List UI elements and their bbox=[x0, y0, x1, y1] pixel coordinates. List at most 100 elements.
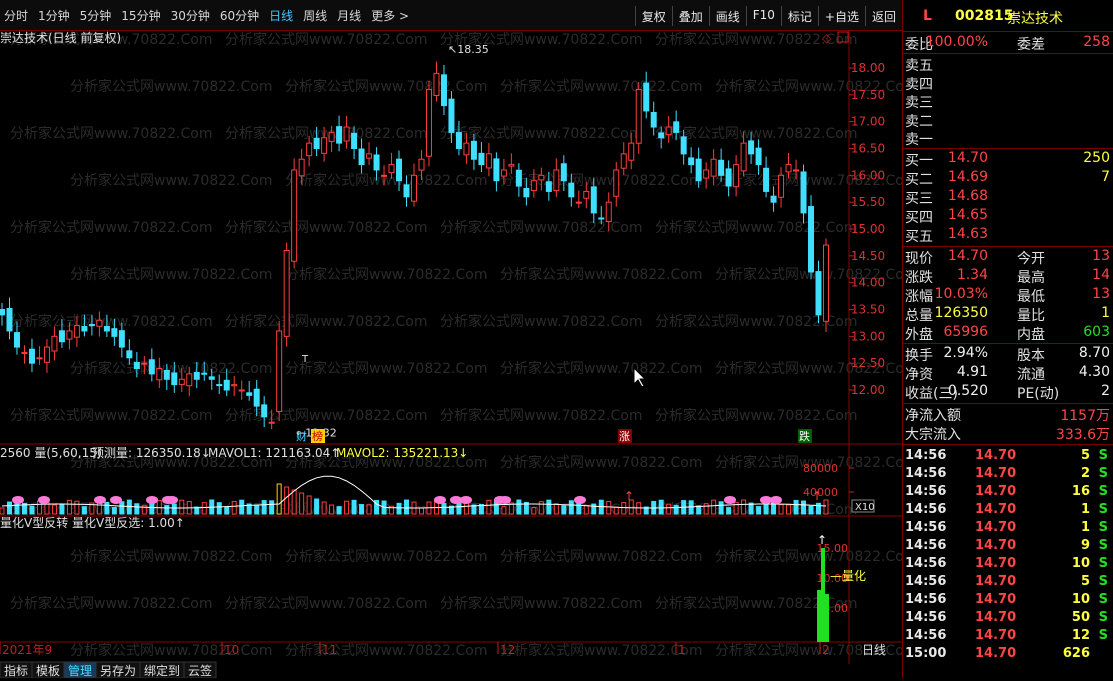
bottom-tab[interactable]: 另存为 bbox=[100, 664, 136, 678]
t-marker: T bbox=[301, 354, 309, 365]
candle-body bbox=[156, 368, 163, 381]
signal-flower-icon bbox=[38, 496, 50, 504]
candle-body bbox=[171, 372, 178, 386]
tick-side: S bbox=[1098, 502, 1108, 517]
candle-body bbox=[560, 163, 567, 182]
watermark-text: 分析家公式网www.70822.Com bbox=[225, 219, 427, 236]
period-tabs: 分时 1分钟 5分钟 15分钟 30分钟 60分钟 日线 周线 月线 更多 > bbox=[4, 7, 419, 25]
watermark-text: 分析家公式网www.70822.Com bbox=[285, 78, 487, 95]
bottom-tab[interactable]: 指标 bbox=[4, 663, 28, 678]
volume-bar bbox=[119, 501, 125, 515]
signal-flower-icon bbox=[434, 496, 446, 504]
chart-title: 崇达技术(日线 前复权) bbox=[0, 30, 121, 45]
volume-bar bbox=[583, 504, 589, 515]
candle-body bbox=[793, 169, 800, 172]
bottom-tab[interactable]: 管理 bbox=[68, 663, 92, 678]
tick-volume: 12 bbox=[1071, 628, 1090, 643]
period-tab-0[interactable]: 分时 bbox=[4, 7, 28, 25]
tool-button-0[interactable]: 复权 bbox=[634, 6, 672, 26]
tool-button-4[interactable]: 标记 bbox=[780, 6, 818, 26]
candle-body bbox=[545, 181, 552, 192]
watermark-text: 分析家公式网www.70822.Com bbox=[225, 407, 427, 424]
candle-body bbox=[141, 362, 148, 365]
stat-label: 净资 bbox=[905, 367, 933, 383]
candle-body bbox=[485, 153, 492, 169]
candle-body bbox=[470, 140, 477, 160]
volume-bar bbox=[816, 502, 822, 515]
stat-row: 净资 4.91 流通 4.30 bbox=[903, 364, 1113, 383]
watermark-text: 分析家公式网www.70822.Com bbox=[285, 360, 487, 377]
date-label: 2021年9 bbox=[2, 643, 52, 657]
bottom-tab[interactable]: 绑定到 bbox=[144, 663, 180, 678]
quote-value-2: 13 bbox=[1092, 286, 1110, 302]
candle-body bbox=[688, 157, 695, 166]
tick-side: S bbox=[1098, 466, 1108, 481]
tick-price: 14.70 bbox=[975, 592, 1017, 607]
tool-button-1[interactable]: 叠加 bbox=[671, 6, 709, 26]
signal-flower-icon bbox=[12, 496, 24, 504]
period-tab-7[interactable]: 周线 bbox=[303, 7, 327, 25]
candle-body bbox=[748, 140, 755, 155]
price-tick-label: 14.00 bbox=[851, 276, 885, 290]
tick-row: 14:56 14.70 10 S bbox=[903, 592, 1113, 610]
volume-bar bbox=[321, 501, 327, 515]
candle-body bbox=[433, 72, 440, 96]
period-toolbar: 分时 1分钟 5分钟 15分钟 30分钟 60分钟 日线 周线 月线 更多 > 复权 叠加 画线 F10… bbox=[0, 0, 902, 31]
tool-button-2[interactable]: 画线 bbox=[708, 6, 746, 26]
volume-bar bbox=[486, 499, 492, 515]
candle-body bbox=[718, 159, 725, 176]
watermark-text: 分析家公式网www.70822.Com bbox=[10, 125, 212, 142]
candle-body bbox=[508, 164, 515, 167]
flow-value: 333.6万 bbox=[1055, 427, 1110, 443]
stat-value: 0.520 bbox=[947, 383, 988, 399]
price-tick-label: 18.00 bbox=[851, 61, 885, 75]
quote-row: 涨跌 1.34 最高 14 bbox=[903, 267, 1113, 286]
bid-price: 14.70 bbox=[947, 150, 988, 166]
period-tab-5[interactable]: 60分钟 bbox=[220, 7, 259, 25]
period-tab-1[interactable]: 1分钟 bbox=[38, 7, 70, 25]
period-tab-8[interactable]: 月线 bbox=[337, 7, 361, 25]
tool-button-6[interactable]: 返回 bbox=[864, 6, 902, 26]
stat-row: 换手 2.94% 股本 8.70 bbox=[903, 345, 1113, 364]
up-arrow-icon: ↑ bbox=[624, 489, 634, 503]
candle-body bbox=[665, 126, 672, 136]
candle-body bbox=[620, 153, 627, 169]
tick-time: 14:56 bbox=[905, 556, 947, 571]
ask-label: 卖四 bbox=[905, 76, 933, 93]
kline-chart-svg[interactable]: 分析家公式网www.70822.Com 分析家公式网www.70822.Com 分析… bbox=[0, 30, 917, 679]
candle-body bbox=[373, 154, 380, 171]
watermark-text: 分析家公式网www.70822.Com bbox=[655, 219, 857, 236]
candle-body bbox=[515, 169, 522, 187]
period-tab-2[interactable]: 5分钟 bbox=[80, 7, 112, 25]
candle-body bbox=[268, 421, 275, 424]
ask-row: 卖四 bbox=[903, 74, 1113, 93]
price-tick-label: 14.50 bbox=[851, 249, 885, 263]
stat-row: 收益(三) 0.520 PE(动) 2 bbox=[903, 383, 1113, 402]
watermark-text: 分析家公式网www.70822.Com bbox=[440, 595, 642, 612]
period-tab-6[interactable]: 日线 bbox=[269, 7, 293, 25]
watermark-text: 分析家公式网www.70822.Com bbox=[70, 266, 272, 283]
candle-body bbox=[725, 168, 732, 187]
tool-button-5[interactable]: +自选 bbox=[817, 6, 865, 26]
kline-chart-area[interactable]: 分析家公式网www.70822.Com 分析家公式网www.70822.Com 分析… bbox=[0, 30, 917, 679]
period-tab-9[interactable]: 更多 > bbox=[371, 7, 409, 25]
ask-row: 卖五 bbox=[903, 55, 1113, 74]
ask-label: 卖一 bbox=[905, 132, 933, 148]
flow-label: 净流入额 bbox=[905, 408, 961, 424]
tick-time: 14:56 bbox=[905, 502, 947, 517]
date-label: 2 bbox=[822, 643, 830, 657]
candle-body bbox=[343, 126, 350, 142]
tool-button-3[interactable]: F10 bbox=[745, 6, 781, 26]
period-tab-4[interactable]: 30分钟 bbox=[171, 7, 210, 25]
candle-body bbox=[388, 164, 395, 174]
tick-row: 14:56 14.70 1 S bbox=[903, 502, 1113, 520]
candle-body bbox=[575, 201, 582, 204]
bottom-tab[interactable]: 模板 bbox=[36, 664, 60, 678]
candle-body bbox=[530, 180, 537, 192]
candle-body bbox=[0, 309, 5, 316]
candle-body bbox=[396, 158, 403, 182]
volume-bar bbox=[666, 503, 672, 515]
bottom-tab[interactable]: 云签 bbox=[188, 663, 212, 678]
quote-label: 涨幅 bbox=[905, 289, 933, 305]
period-tab-3[interactable]: 15分钟 bbox=[121, 7, 160, 25]
